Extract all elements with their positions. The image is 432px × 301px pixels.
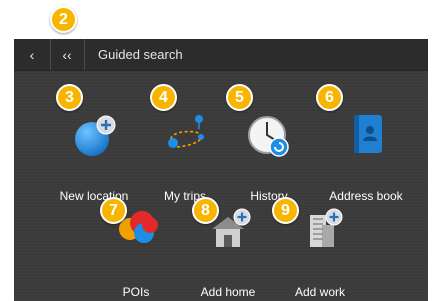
new-location-button[interactable]: New location — [44, 107, 144, 203]
callout-badge-8: 8 — [192, 197, 219, 224]
callout-badge-3: 3 — [56, 84, 83, 111]
callout-badge-9: 9 — [272, 197, 299, 224]
my-trips-icon — [168, 115, 204, 148]
new-location-label: New location — [59, 189, 129, 203]
address-book-button[interactable]: Address book — [316, 107, 416, 203]
history-label: History — [250, 189, 288, 203]
pois-label: POIs — [122, 285, 150, 299]
chevron-left-icon: ‹ — [29, 46, 35, 63]
callout-badge-7: 7 — [100, 197, 127, 224]
header-bar: ‹ ‹‹ Guided search — [14, 39, 428, 71]
new-location-icon — [75, 115, 116, 156]
add-work-icon — [310, 208, 343, 247]
page-title: Guided search — [98, 47, 183, 62]
add-home-label: Add home — [200, 285, 256, 299]
guided-search-screen: ‹ ‹‹ Guided search New location My trips… — [14, 39, 428, 301]
back-to-main-button[interactable]: ‹‹ — [50, 39, 85, 70]
history-button[interactable]: History — [219, 107, 319, 203]
back-button[interactable]: ‹ — [14, 39, 51, 70]
double-chevron-left-icon: ‹‹ — [62, 46, 72, 63]
callout-badge-4: 4 — [150, 84, 177, 111]
callout-badge-6: 6 — [316, 84, 343, 111]
address-book-label: Address book — [329, 189, 403, 203]
callout-badge-2: 2 — [50, 6, 77, 33]
add-work-label: Add work — [294, 285, 346, 299]
history-icon — [248, 116, 289, 157]
callout-badge-5: 5 — [226, 84, 253, 111]
address-book-icon — [354, 115, 382, 153]
